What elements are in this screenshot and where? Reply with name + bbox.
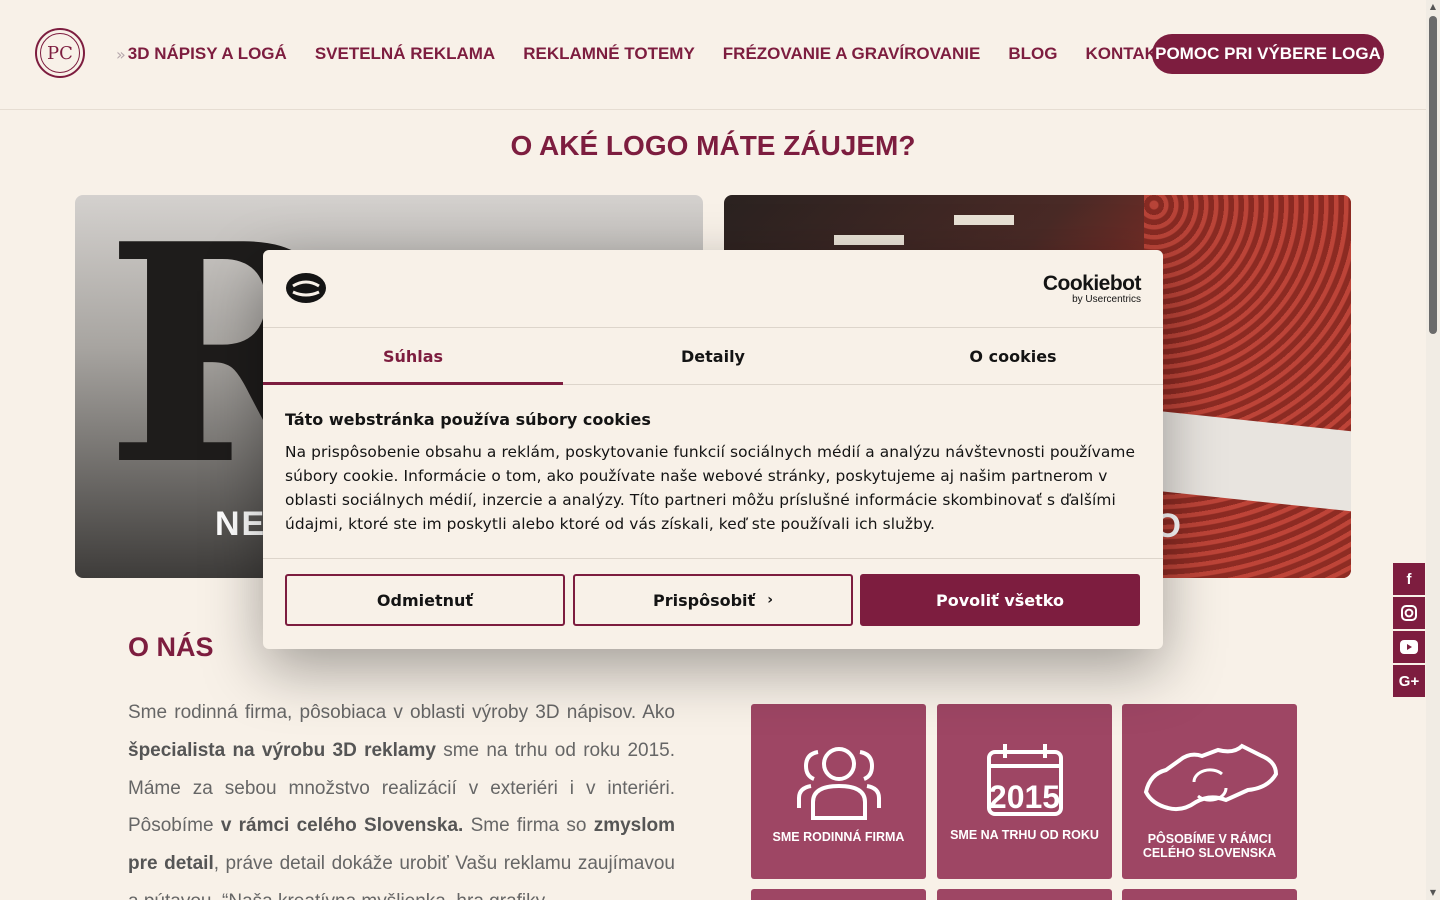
tile-family-label: SME RODINNÁ FIRMA	[772, 830, 905, 844]
customize-button-label: Prispôsobiť	[653, 590, 756, 610]
cookie-body-text: Na prispôsobenie obsahu a reklám, poskyt…	[285, 443, 1136, 533]
scroll-thumb[interactable]	[1429, 16, 1437, 334]
scroll-down-icon[interactable]: ▼	[1428, 888, 1438, 898]
about-text-part: Sme rodinná firma, pôsobiaca v oblasti v…	[128, 702, 675, 723]
cookiebot-logo-icon	[286, 273, 326, 303]
reject-button[interactable]: Odmietnuť	[285, 574, 565, 626]
accept-all-button[interactable]: Povoliť všetko	[860, 574, 1140, 626]
cookie-heading: Táto webstránka používa súbory cookies	[285, 410, 651, 429]
tile-family: SME RODINNÁ FIRMA	[751, 704, 926, 879]
cookiebot-brand[interactable]: Cookiebot by Usercentrics	[1042, 272, 1142, 305]
youtube-icon[interactable]	[1393, 631, 1425, 663]
card-left-caption: NE	[215, 505, 267, 543]
youtube-glyph	[1400, 640, 1418, 654]
customize-button[interactable]: Prispôsobiť ›	[573, 574, 853, 626]
logo-ring	[40, 33, 80, 73]
tile-slovakia-label: PÔSOBÍME V RÁMCI CELÉHO SLOVENSKA	[1142, 832, 1277, 860]
cookie-divider	[263, 558, 1163, 559]
nav-item-blog[interactable]: BLOG	[1008, 44, 1057, 64]
about-text-bold: v rámci celého Slovenska.	[220, 815, 464, 837]
accept-all-button-label: Povoliť všetko	[936, 590, 1064, 610]
scroll-up-icon[interactable]: ▲	[1428, 2, 1438, 12]
instagram-glyph	[1401, 605, 1417, 621]
tile-slovakia: PÔSOBÍME V RÁMCI CELÉHO SLOVENSKA	[1122, 704, 1297, 879]
tile-year-label: SME NA TRHU OD ROKU	[950, 828, 1099, 842]
cookie-consent-dialog: Cookiebot by Usercentrics Súhlas Detaily…	[263, 250, 1163, 649]
slovakia-map-icon	[1143, 743, 1278, 812]
reject-button-label: Odmietnuť	[376, 590, 474, 610]
site-logo[interactable]: PC	[35, 28, 85, 78]
facebook-icon[interactable]: f	[1393, 563, 1425, 595]
chevron-right-icon: ›	[767, 592, 773, 608]
nav-item-3d-napisy[interactable]: 3D NÁPISY A LOGÁ	[128, 44, 287, 64]
about-text-part: Sme firma so	[463, 815, 594, 837]
page-headline: O AKÉ LOGO MÁTE ZÁUJEM?	[510, 130, 916, 161]
tab-detaily[interactable]: Detaily	[563, 328, 863, 384]
tile-partial	[937, 889, 1112, 900]
about-text-bold: špecialista na výrobu 3D reklamy	[128, 739, 436, 761]
about-text: Sme rodinná firma, pôsobiaca v oblasti v…	[128, 694, 675, 900]
about-title: O NÁS	[128, 632, 214, 662]
tab-suhlas[interactable]: Súhlas	[263, 328, 563, 385]
cookie-tabs: Súhlas Detaily O cookies	[263, 327, 1163, 385]
nav-item-svetelna-reklama[interactable]: SVETELNÁ REKLAMA	[315, 44, 495, 64]
logo-help-button[interactable]: POMOC PRI VÝBERE LOGA	[1152, 34, 1384, 74]
nav-item-reklamne-totemy[interactable]: REKLAMNÉ TOTEMY	[523, 44, 695, 64]
tile-partial	[751, 889, 926, 900]
site-header: PC » 3D NÁPISY A LOGÁ SVETELNÁ REKLAMA R…	[0, 0, 1426, 110]
tile-year: 2015 SME NA TRHU OD ROKU	[937, 704, 1112, 879]
google-plus-icon[interactable]: G+	[1393, 665, 1425, 697]
nav-item-frezovanie[interactable]: FRÉZOVANIE A GRAVÍROVANIE	[723, 44, 981, 64]
ceiling-light	[834, 235, 904, 245]
double-chevron-icon: »	[116, 44, 126, 64]
instagram-icon[interactable]	[1393, 597, 1425, 629]
family-icon	[796, 747, 881, 820]
tile-partial	[1122, 889, 1297, 900]
tab-o-cookies[interactable]: O cookies	[863, 328, 1163, 384]
ceiling-light	[954, 215, 1014, 225]
tile-year-number: 2015	[988, 779, 1061, 815]
main-nav: » 3D NÁPISY A LOGÁ SVETELNÁ REKLAMA REKL…	[116, 34, 1195, 74]
cookiebot-brand-name: Cookiebot	[1042, 272, 1142, 295]
page-scrollbar[interactable]: ▲ ▼	[1426, 0, 1440, 900]
